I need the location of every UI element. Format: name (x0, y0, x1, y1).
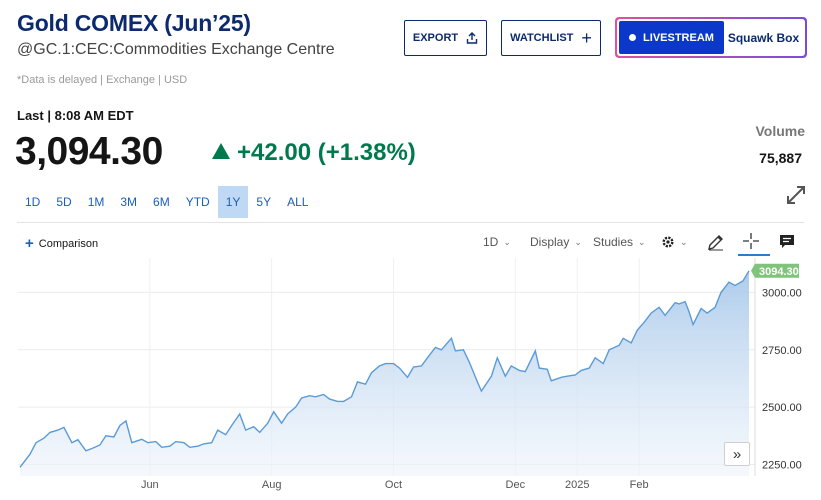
livestream-button[interactable]: LIVESTREAM (619, 21, 724, 54)
x-tick-label: Dec (506, 479, 526, 491)
studies-label: Studies (593, 235, 634, 249)
x-tick-label: 2025 (565, 479, 589, 491)
export-label: EXPORT (412, 32, 459, 44)
comparison-button[interactable]: + Comparison (25, 236, 98, 251)
range-1m[interactable]: 1M (80, 186, 113, 218)
display-label: Display (530, 235, 570, 249)
expand-icon[interactable] (785, 184, 807, 206)
range-1d[interactable]: 1D (17, 186, 48, 218)
delayed-note: *Data is delayed | Exchange | USD (17, 74, 188, 86)
chevron-down-icon: ⌄ (574, 236, 582, 247)
settings-dropdown[interactable]: ⌄ (661, 235, 688, 249)
export-button[interactable]: EXPORT (404, 20, 487, 56)
divider (17, 222, 804, 223)
plus-icon: + (581, 28, 592, 48)
last-price: 3,094.30 (15, 130, 163, 173)
watchlist-button[interactable]: WATCHLIST + (501, 20, 601, 56)
livestream-widget: LIVESTREAM Squawk Box (615, 17, 807, 58)
squawk-box-button[interactable]: Squawk Box (724, 31, 803, 45)
up-arrow-icon (212, 143, 230, 159)
y-tick-label: 3000.00 (762, 287, 802, 299)
range-all[interactable]: ALL (279, 186, 316, 218)
price-change: +42.00 (+1.38%) (237, 139, 416, 166)
interval-label: 1D (483, 235, 499, 249)
pencil-icon[interactable] (706, 232, 726, 252)
comparison-label: Comparison (38, 237, 99, 250)
x-tick-label: Feb (630, 479, 649, 491)
range-6m[interactable]: 6M (145, 186, 178, 218)
y-tick-label: 2500.00 (762, 402, 802, 414)
page-title: Gold COMEX (Jun’25) (17, 10, 251, 36)
chevron-down-icon: ⌄ (503, 236, 511, 247)
range-5d[interactable]: 5D (48, 186, 79, 218)
chevron-down-icon: ⌄ (638, 236, 646, 247)
plus-icon: + (25, 235, 34, 252)
x-tick-label: Oct (385, 479, 402, 491)
crosshair-active-indicator (738, 254, 770, 256)
studies-dropdown[interactable]: Studies ⌄ (593, 235, 646, 249)
crosshair-icon[interactable] (741, 231, 761, 251)
watchlist-label: WATCHLIST (510, 32, 574, 44)
volume-label: Volume (755, 123, 805, 139)
volume-value: 75,887 (759, 150, 802, 166)
x-tick-label: Aug (262, 479, 282, 491)
price-chart[interactable]: 2250.00 2500.00 2750.00 3000.00 Jun Aug Oct Dec… (0, 258, 821, 500)
range-3m[interactable]: 3M (112, 186, 145, 218)
comment-icon[interactable] (777, 232, 797, 252)
y-tick-label: 2250.00 (762, 460, 802, 472)
chevron-down-icon: ⌄ (680, 236, 688, 247)
range-1y[interactable]: 1Y (217, 186, 249, 218)
last-trade-time: Last | 8:08 AM EDT (17, 108, 134, 123)
range-ytd[interactable]: YTD (178, 186, 218, 218)
live-dot-icon (629, 34, 637, 41)
gear-icon (662, 236, 674, 248)
double-chevron-right-icon: » (732, 445, 742, 463)
livestream-label: LIVESTREAM (643, 31, 714, 44)
last-price-badge-label: 3094.30 (759, 266, 799, 278)
x-tick-label: Jun (141, 479, 159, 491)
time-range-selector: 1D 5D 1M 3M 6M YTD 1Y 5Y ALL (17, 186, 316, 218)
share-icon (466, 32, 478, 44)
interval-dropdown[interactable]: 1D ⌄ (483, 235, 511, 249)
range-5y[interactable]: 5Y (248, 186, 279, 218)
symbol-subtitle: @GC.1:CEC:Commodities Exchange Centre (17, 41, 335, 58)
display-dropdown[interactable]: Display ⌄ (530, 235, 582, 249)
chart-forward-button[interactable]: » (724, 442, 750, 466)
y-tick-label: 2750.00 (762, 345, 802, 357)
